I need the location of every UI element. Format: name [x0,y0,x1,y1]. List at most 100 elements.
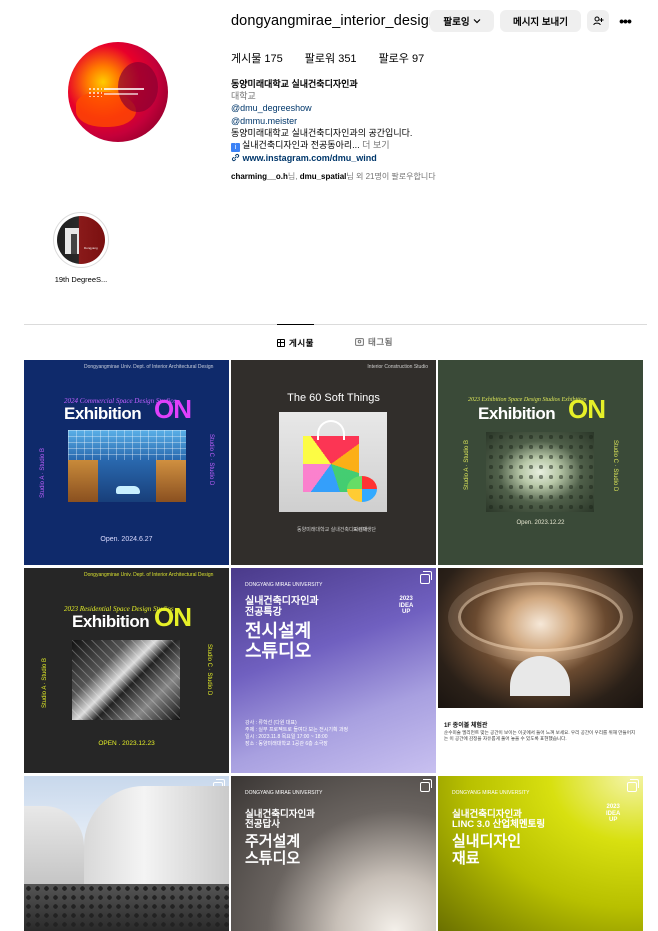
post-date: Open. 2023.12.22 [516,520,565,526]
post-header-text: Dongyangmirae Univ. Dept. of Interior Ar… [84,572,214,578]
bio-line-2: 실내건축디자인과 전공동아리... [242,140,360,151]
following-button-label: 팔로잉 [443,17,470,28]
following-count[interactable]: 팔로우 97 [379,50,425,66]
post-title: Exhibition [478,404,556,423]
post-tile[interactable] [24,776,229,931]
post-side-tag: 2023 IDEA UP [399,596,414,616]
post-tile[interactable]: 1F 종이볼 체험관 순수미술 엘리먼트 맞는 공간이 보이는 이곳에서 들어 … [438,568,643,773]
post-caption-title: 1F 종이볼 체험관 [444,723,488,729]
post-small-title: 실내건축디자인과 LINC 3.0 산업체멘토링 [452,809,546,831]
carousel-icon [420,571,432,584]
info-icon: i [231,143,240,153]
post-image-crowd [24,884,229,931]
bio-link-meister[interactable]: @dmmu.meister [231,115,412,127]
post-image-architecture [72,640,180,720]
post-image-pattern [486,432,594,512]
post-title-on: ON [154,394,192,424]
followed-by-rest: 님 외 21명이 팔로우합니다 [346,172,436,181]
post-date: Open. 2024.6.27 [100,536,153,543]
post-image-ceiling [438,568,643,708]
bio-more-link[interactable]: 더 보기 [362,140,389,150]
followers-count[interactable]: 팔로워 351 [305,50,357,66]
post-big-title: 실내디자인 재료 [452,833,522,867]
tab-tagged-label: 태그됨 [368,337,393,347]
post-image-rings [458,582,623,652]
grid-icon [277,338,285,347]
carousel-icon [627,779,639,792]
post-image-skylight [486,432,594,512]
profile-tabs: 게시물 태그됨 [0,324,658,360]
followed-by-sep: 님, [287,172,300,181]
post-title-on: ON [154,602,192,632]
post-tile[interactable]: DONGYANG MIRAE UNIVERSITY 실내건축디자인과 LINC … [438,776,643,931]
carousel-icon [420,779,432,792]
post-image-museum [84,786,229,896]
followed-by-user: charming__o.h [231,172,288,181]
post-image-shop-left [68,460,98,502]
post-small-title: 실내건축디자인과 전공특강 [245,596,319,618]
post-image-window-grid [68,430,186,460]
profile-username: dongyangmirae_interior_design [231,13,438,29]
post-tile[interactable]: Interior Construction Studio The 60 Soft… [231,360,436,565]
avatar-text-line [104,93,138,95]
tab-posts-label: 게시물 [289,337,314,348]
posts-count[interactable]: 게시물 175 [231,50,283,66]
post-logo-text: DONGYANG MIRAE UNIVERSITY [452,790,530,796]
post-image-pouch [347,476,377,502]
post-image-building [68,430,186,502]
tab-tagged[interactable]: 태그됨 [355,324,393,360]
following-button[interactable]: 팔로잉 [430,10,494,32]
story-highlight[interactable]: Dongyang 19th DegreeS... [53,212,109,284]
bio-website[interactable]: www.instagram.com/dmu_wind [231,152,412,164]
post-title-on: ON [568,394,606,424]
more-options-button[interactable]: ••• [615,10,635,32]
post-caption-body: 순수미술 엘리먼트 맞는 공간이 보이는 이곳에서 들어 느껴 보세요. 우리 … [444,730,636,742]
post-tile[interactable]: DONGYANG MIRAE UNIVERSITY 실내건축디자인과 전공특강 … [231,568,436,773]
post-title: The 60 Soft Things [287,392,380,404]
post-logo-text: DONGYANG MIRAE UNIVERSITY [245,582,323,588]
followed-by[interactable]: charming__o.h님, dmu_spatial님 외 21명이 팔로우합… [231,171,436,182]
bio-name: 동양미래대학교 실내건축디자인과 [231,79,358,89]
avatar-logo-dots [88,87,102,97]
suggest-people-button[interactable] [587,10,609,32]
post-image-lines [72,640,180,720]
post-footer-text: 도시재생단 [353,527,377,533]
post-tile[interactable]: Dongyangmirae Univ. Dept. of Interior Ar… [24,568,229,773]
bio-line-with-more: i 실내건축디자인과 전공동아리... 더 보기 [231,139,412,153]
highlight-building-shape [71,234,77,254]
post-tile[interactable]: DONGYANG MIRAE UNIVERSITY 실내건축디자인과 전공답사 … [231,776,436,931]
post-side-text: Studio A · Studio B [40,447,46,498]
post-image-bag [279,412,387,512]
bio-line: 동양미래대학교 실내건축디자인과의 공간입니다. [231,127,413,138]
post-side-text: Studio C · Studio D [206,644,212,696]
bio-category: 대학교 [231,91,256,102]
highlight-thumb-text: Dongyang [84,246,98,250]
tag-icon [355,338,364,346]
profile-avatar[interactable] [68,42,168,142]
post-tile[interactable]: Dongyangmirae Univ. Dept. of Interior Ar… [24,360,229,565]
post-image-handle [317,420,345,440]
post-side-text: Studio C · Studio D [612,440,618,492]
post-side-text: Studio A · Studio B [464,439,470,490]
bio-website-link[interactable]: www.instagram.com/dmu_wind [243,153,377,163]
post-side-text: Studio C · Studio D [208,434,214,486]
post-details: 강사 : 류학선 (다원 대표) 주제 : 실무 프로젝트로 들여다 보는 전시… [245,720,349,747]
post-logo-text: DONGYANG MIRAE UNIVERSITY [245,790,323,796]
chevron-down-icon [473,19,481,24]
message-button[interactable]: 메시지 보내기 [500,10,581,32]
add-person-icon [592,16,603,26]
post-tile[interactable]: 2023 Exhibition Space Design Studios Exh… [438,360,643,565]
tab-posts[interactable]: 게시물 [277,324,314,360]
highlight-thumbnail: Dongyang [57,216,105,264]
followed-by-user: dmu_spatial [299,172,347,181]
bio-link-degreeshow[interactable]: @dmu_degreeshow [231,102,412,114]
highlight-ring: Dongyang [53,212,109,268]
post-side-text: Studio A · Studio B [42,657,48,708]
post-small-title: 실내건축디자인과 전공답사 [245,809,315,831]
avatar-art-shape [118,62,158,112]
post-header-text: Dongyangmirae Univ. Dept. of Interior Ar… [84,364,214,370]
profile-header: dongyangmirae_interior_design 팔로잉 메시지 보내… [0,0,658,200]
post-big-title: 전시설계 스튜디오 [245,621,312,661]
avatar-text-line [104,88,144,90]
post-image-shop-right [156,460,186,502]
